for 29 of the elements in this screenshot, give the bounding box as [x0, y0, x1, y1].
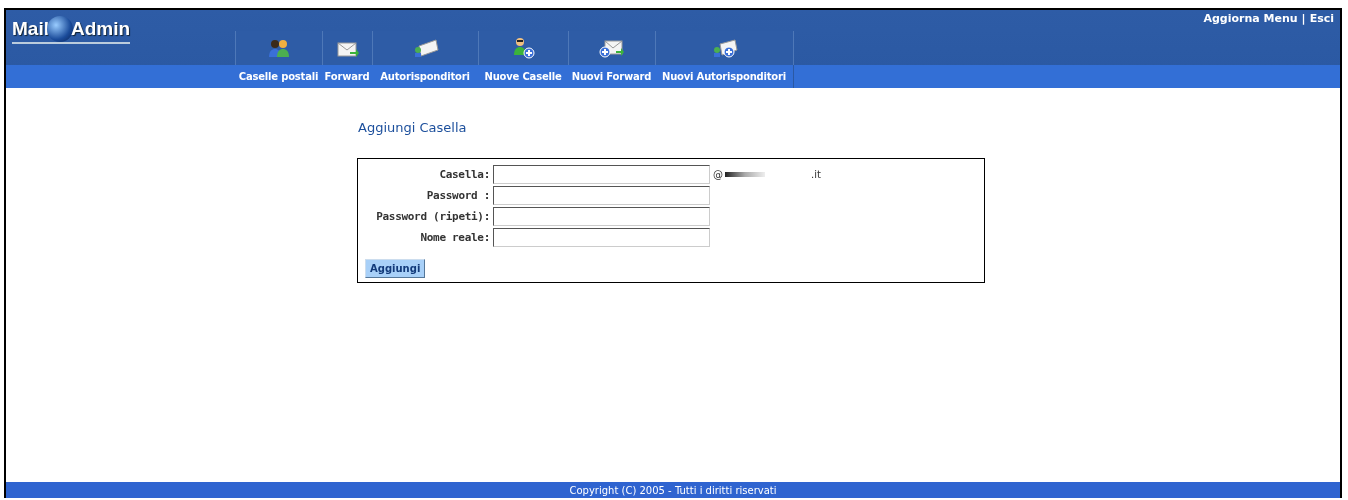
- mail-admin-logo: Mail Admin: [12, 16, 131, 44]
- globe-icon: [46, 16, 73, 42]
- logout-link[interactable]: Esci: [1309, 12, 1334, 25]
- person-envelope-icon: [412, 38, 439, 58]
- field-label: Password :: [425, 189, 491, 202]
- field-label: Nome reale:: [419, 231, 491, 244]
- at-sign: @: [713, 169, 723, 180]
- menu-icon-link[interactable]: [268, 38, 290, 58]
- field-label: Casella:: [438, 168, 491, 181]
- two-people-icon: [268, 38, 290, 58]
- envelope-plus-icon: [599, 38, 625, 58]
- person-plus-icon: [511, 37, 536, 59]
- menu-icon-link[interactable]: [412, 38, 439, 58]
- footer-copyright: Copyright (C) 2005 - Tutti i diritti riservati: [6, 482, 1340, 498]
- input-field[interactable]: [493, 186, 710, 205]
- input-field[interactable]: [493, 207, 710, 226]
- domain-suffix: .it: [811, 169, 821, 180]
- menu-icon-link[interactable]: [599, 38, 625, 58]
- input-field[interactable]: [493, 165, 710, 184]
- add-button[interactable]: Aggiungi: [365, 259, 426, 278]
- envelope-plus-icon: [711, 38, 738, 58]
- refresh-menu-link[interactable]: Aggiorna Menu: [1203, 12, 1298, 25]
- menu-icon-link[interactable]: [711, 38, 738, 58]
- field-label: Password (ripeti):: [375, 210, 491, 223]
- link-separator: |: [1301, 12, 1306, 25]
- menu-icon-link[interactable]: [511, 37, 536, 59]
- redacted-block: [725, 172, 765, 177]
- input-field[interactable]: [493, 228, 710, 247]
- form-title: Aggiungi Casella: [358, 120, 467, 135]
